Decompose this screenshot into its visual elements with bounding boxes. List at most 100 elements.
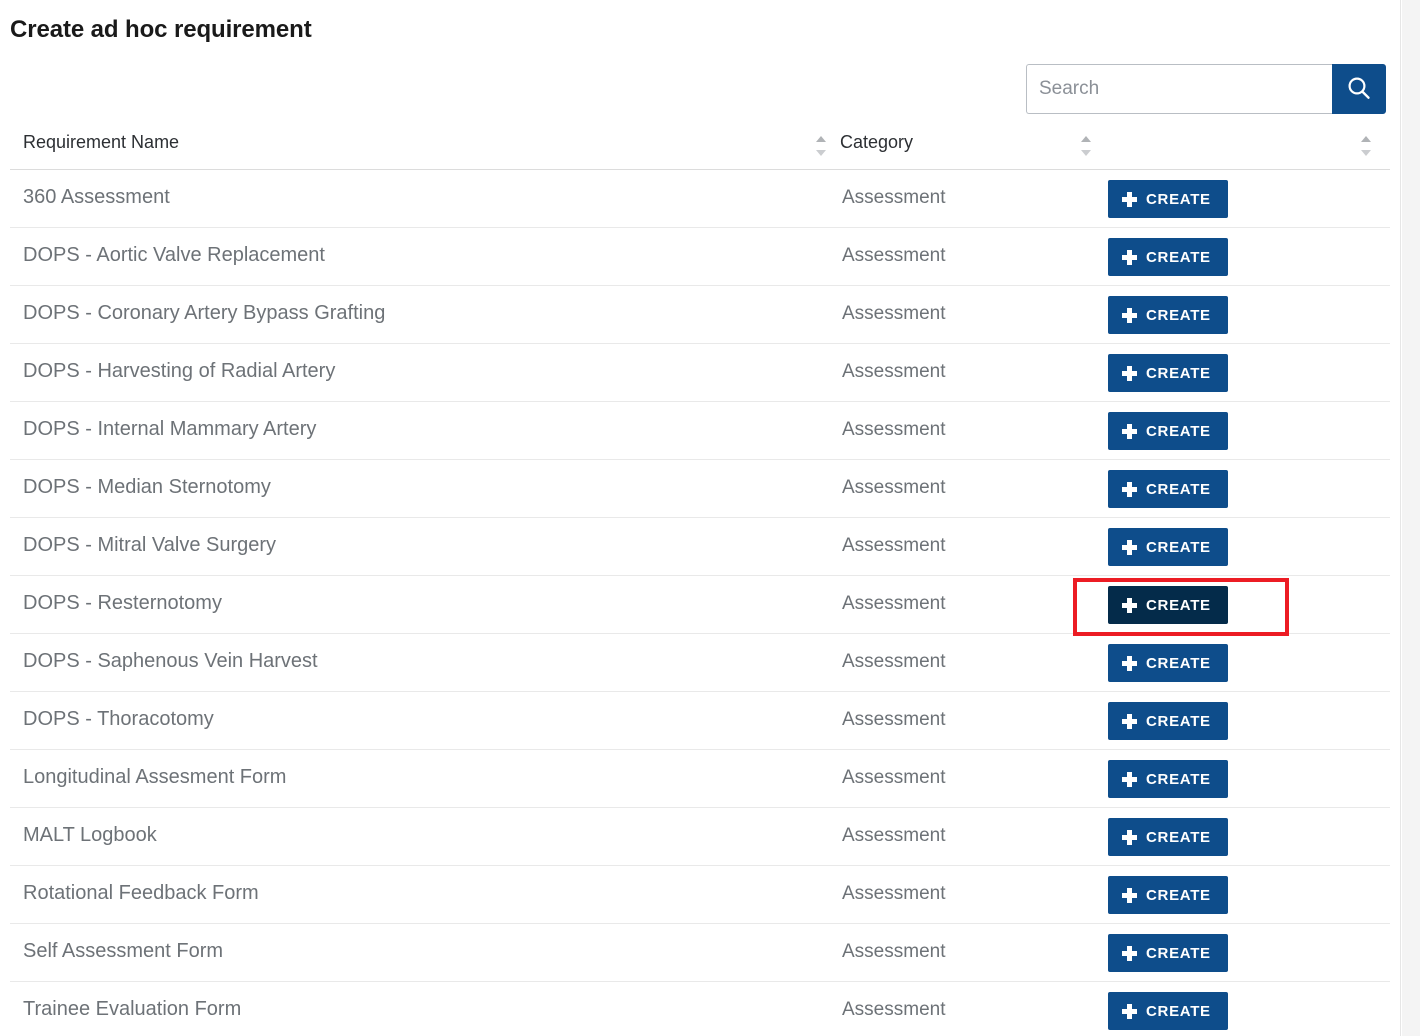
cell-category: Assessment <box>842 477 946 498</box>
cell-requirement-name: 360 Assessment <box>23 186 170 208</box>
cell-category: Assessment <box>842 999 946 1020</box>
cell-category: Assessment <box>842 883 946 904</box>
create-button-label: CREATE <box>1146 654 1211 672</box>
table-row: Trainee Evaluation Form Assessment CREATE <box>10 982 1390 1036</box>
cell-requirement-name: DOPS - Mitral Valve Surgery <box>23 534 277 556</box>
create-button[interactable]: CREATE <box>1108 470 1228 508</box>
plus-icon <box>1122 945 1137 961</box>
cell-action: CREATE <box>1108 760 1228 798</box>
search-icon <box>1344 74 1374 104</box>
create-button[interactable]: CREATE <box>1108 876 1228 914</box>
cell-action: CREATE <box>1108 470 1228 508</box>
table-row: Self Assessment Form Assessment CREATE <box>10 924 1390 982</box>
plus-icon <box>1122 655 1137 671</box>
cell-requirement-name: DOPS - Harvesting of Radial Artery <box>23 360 336 382</box>
plus-icon <box>1122 191 1137 207</box>
cell-action: CREATE <box>1108 296 1228 334</box>
create-button-label: CREATE <box>1146 190 1211 208</box>
sort-ascending-icon <box>1361 136 1371 142</box>
search-bar <box>1026 64 1386 114</box>
cell-category: Assessment <box>842 651 946 672</box>
plus-icon <box>1122 1003 1137 1019</box>
create-button[interactable]: CREATE <box>1108 934 1228 972</box>
cell-action: CREATE <box>1108 412 1228 450</box>
create-button[interactable]: CREATE <box>1108 586 1228 624</box>
plus-icon <box>1122 365 1137 381</box>
create-button-label: CREATE <box>1146 306 1211 324</box>
sort-arrows-icon-category[interactable] <box>1080 136 1092 156</box>
create-button-label: CREATE <box>1146 538 1211 556</box>
requirements-table: Requirement Name Category 360 Assessment… <box>10 122 1390 1036</box>
cell-category: Assessment <box>842 593 946 614</box>
create-button[interactable]: CREATE <box>1108 528 1228 566</box>
cell-category: Assessment <box>842 419 946 440</box>
table-row: DOPS - Resternotomy Assessment CREATE <box>10 576 1390 634</box>
column-header-category[interactable]: Category <box>840 132 913 153</box>
cell-action: CREATE <box>1108 528 1228 566</box>
create-button-label: CREATE <box>1146 828 1211 846</box>
table-row: DOPS - Harvesting of Radial Artery Assess… <box>10 344 1390 402</box>
cell-action: CREATE <box>1108 354 1228 392</box>
plus-icon <box>1122 597 1137 613</box>
cell-requirement-name: Rotational Feedback Form <box>23 882 259 904</box>
create-button[interactable]: CREATE <box>1108 644 1228 682</box>
cell-action: CREATE <box>1108 180 1228 218</box>
table-row: Rotational Feedback Form Assessment CREATE <box>10 866 1390 924</box>
search-button[interactable] <box>1332 64 1386 114</box>
cell-requirement-name: DOPS - Saphenous Vein Harvest <box>23 650 318 672</box>
cell-requirement-name: DOPS - Median Sternotomy <box>23 476 271 498</box>
create-button[interactable]: CREATE <box>1108 354 1228 392</box>
sort-arrows-icon-action[interactable] <box>1360 136 1372 156</box>
create-button[interactable]: CREATE <box>1108 296 1228 334</box>
cell-category: Assessment <box>842 709 946 730</box>
create-button[interactable]: CREATE <box>1108 412 1228 450</box>
search-input[interactable] <box>1026 64 1332 114</box>
create-button-label: CREATE <box>1146 770 1211 788</box>
cell-requirement-name: DOPS - Resternotomy <box>23 592 222 614</box>
cell-action: CREATE <box>1108 644 1228 682</box>
page-root: Create ad hoc requirement Requirement Na… <box>0 0 1420 1036</box>
cell-action: CREATE <box>1108 586 1228 624</box>
create-button[interactable]: CREATE <box>1108 238 1228 276</box>
plus-icon <box>1122 423 1137 439</box>
cell-category: Assessment <box>842 767 946 788</box>
cell-requirement-name: DOPS - Internal Mammary Artery <box>23 418 317 440</box>
create-button[interactable]: CREATE <box>1108 992 1228 1030</box>
sort-arrows-icon-requirement-name[interactable] <box>815 136 827 156</box>
plus-icon <box>1122 887 1137 903</box>
create-button-label: CREATE <box>1146 248 1211 266</box>
plus-icon <box>1122 713 1137 729</box>
sort-descending-icon <box>1361 150 1371 156</box>
create-button-label: CREATE <box>1146 364 1211 382</box>
cell-action: CREATE <box>1108 876 1228 914</box>
create-button-label: CREATE <box>1146 1002 1211 1020</box>
cell-category: Assessment <box>842 303 946 324</box>
content-area: Create ad hoc requirement Requirement Na… <box>0 0 1401 1036</box>
create-button-label: CREATE <box>1146 596 1211 614</box>
create-button[interactable]: CREATE <box>1108 180 1228 218</box>
cell-action: CREATE <box>1108 992 1228 1030</box>
cell-category: Assessment <box>842 361 946 382</box>
plus-icon <box>1122 771 1137 787</box>
plus-icon <box>1122 249 1137 265</box>
create-button[interactable]: CREATE <box>1108 760 1228 798</box>
sort-ascending-icon <box>1081 136 1091 142</box>
table-row: Longitudinal Assesment Form Assessment CRE… <box>10 750 1390 808</box>
plus-icon <box>1122 481 1137 497</box>
column-header-requirement-name[interactable]: Requirement Name <box>23 132 179 153</box>
create-button[interactable]: CREATE <box>1108 702 1228 740</box>
create-button-label: CREATE <box>1146 480 1211 498</box>
cell-requirement-name: DOPS - Coronary Artery Bypass Grafting <box>23 302 386 324</box>
cell-category: Assessment <box>842 187 946 208</box>
create-button[interactable]: CREATE <box>1108 818 1228 856</box>
table-body: 360 Assessment Assessment CREATE DOPS - Aor… <box>10 170 1390 1036</box>
table-row: DOPS - Internal Mammary Artery Assessment… <box>10 402 1390 460</box>
cell-action: CREATE <box>1108 818 1228 856</box>
cell-requirement-name: DOPS - Aortic Valve Replacement <box>23 244 325 266</box>
cell-action: CREATE <box>1108 238 1228 276</box>
cell-action: CREATE <box>1108 934 1228 972</box>
table-row: DOPS - Coronary Artery Bypass Grafting As… <box>10 286 1390 344</box>
create-button-label: CREATE <box>1146 944 1211 962</box>
cell-category: Assessment <box>842 245 946 266</box>
cell-category: Assessment <box>842 941 946 962</box>
